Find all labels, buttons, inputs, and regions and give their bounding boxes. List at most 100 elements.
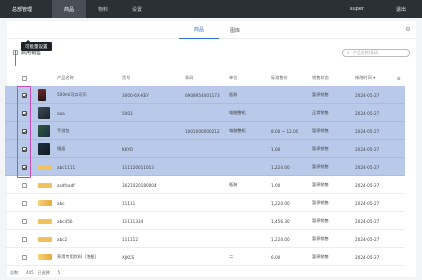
table-row[interactable]: asdfsadf 3021020180004 瓶装 1.00 暂停销售 2024-05-2… — [5, 176, 405, 194]
row-checkbox[interactable] — [22, 236, 27, 242]
product-thumbnail — [38, 218, 52, 224]
select-all-checkbox[interactable] — [22, 75, 27, 81]
row-checkbox-cell — [22, 122, 27, 140]
gear-icon[interactable]: ⚙ — [404, 26, 412, 34]
row-checkbox-cell — [22, 230, 27, 248]
product-price: 1,224.00 — [271, 200, 290, 206]
column-settings-icon[interactable]: ⚙ — [397, 76, 401, 81]
product-name: aaa — [57, 110, 65, 116]
column-header-unit: 单位 — [229, 75, 238, 80]
product-thumbnail — [38, 236, 52, 242]
product-thumbnail — [38, 182, 52, 188]
product-status: 暂停销售 — [312, 164, 329, 169]
table-row[interactable]: 手游包 1001000000212 电脑整机 8.00 ~ 12.00 暂停销售 2024… — [5, 122, 405, 140]
product-thumbnail — [38, 143, 50, 155]
product-status: 暂停销售 — [312, 182, 329, 187]
row-checkbox[interactable] — [22, 128, 27, 134]
nav-item-settings[interactable]: 设置 — [120, 0, 154, 18]
column-header-price: 标准售价 — [271, 75, 288, 80]
topbar-right: super 退出 — [350, 0, 406, 18]
table-body: 500ml可口可乐 3000-6X-KEY 6908954001173 瓶装 暂停销售 2… — [5, 86, 405, 266]
selected-label: 已选择： — [37, 270, 54, 275]
product-name: abc — [57, 200, 65, 206]
product-unit: 二 — [229, 254, 234, 259]
product-price: 1.00 — [271, 182, 281, 188]
row-checkbox[interactable] — [22, 182, 27, 188]
table-row[interactable]: 500ml可口可乐 3000-6X-KEY 6908954001173 瓶装 暂停销售 2… — [5, 86, 405, 104]
row-checkbox-cell — [22, 158, 27, 176]
product-name: abc456 — [57, 218, 73, 224]
tab-gallery[interactable]: 图库 — [215, 21, 255, 39]
table-row[interactable]: 镜面 KKYO 1.00 暂停销售 2024-05-27 — [5, 140, 405, 158]
row-thumbnail-cell — [38, 212, 52, 230]
sort-desc-icon[interactable]: ▾ — [373, 75, 375, 80]
row-checkbox[interactable] — [22, 254, 27, 260]
logout-link[interactable]: 退出 — [396, 6, 406, 13]
table-row[interactable]: abc1111 111120011013 1,224.00 暂停销售 2024-05-2… — [5, 158, 405, 176]
tab-bar: 商品 图库 ⚙ — [7, 21, 416, 39]
tooltip: 可批量设置 — [21, 40, 52, 51]
main-nav: 商品 物料 设置 — [52, 0, 154, 18]
product-status: 暂停销售 — [312, 146, 329, 151]
product-name: 镜面 — [57, 146, 66, 151]
product-thumbnail — [38, 200, 52, 206]
current-user[interactable]: super — [350, 6, 364, 12]
product-modified-time: 2024-05-27 — [355, 146, 380, 152]
row-thumbnail-cell — [38, 140, 50, 158]
row-checkbox-cell — [22, 212, 27, 230]
product-unit: 电脑整机 — [229, 128, 246, 133]
row-thumbnail-cell — [38, 86, 46, 104]
product-modified-time: 2024-05-27 — [355, 236, 380, 242]
tab-products[interactable]: 商品 — [179, 21, 219, 39]
nav-item-products[interactable]: 商品 — [52, 0, 86, 18]
table-row[interactable]: abc456 11111334 1,456.30 暂停销售 2024-05-27 — [5, 212, 405, 230]
table-footer: 总数： 445 已选择： 5 — [10, 270, 60, 276]
product-sku: KKYO — [122, 146, 133, 152]
table-row[interactable]: abc2 111112 1,224.00 暂停销售 2024-05-27 — [5, 230, 405, 248]
product-sku: 3000-6X-KEY — [122, 92, 149, 98]
table-row[interactable]: aaa 5003 电脑整机 正常销售 2024-05-27 — [5, 104, 405, 122]
row-thumbnail-cell — [38, 194, 52, 212]
product-price: 1,456.30 — [271, 218, 290, 224]
top-navigation-bar: 总部管理 商品 物料 设置 super 退出 — [0, 0, 422, 18]
total-label: 总数： — [10, 270, 22, 275]
product-status: 暂停销售 — [312, 254, 329, 259]
nav-item-materials[interactable]: 物料 — [86, 0, 120, 18]
column-header-time[interactable]: 修改时间 ▾ — [355, 75, 375, 81]
row-checkbox-cell — [22, 104, 27, 122]
product-modified-time: 2024-05-27 — [355, 164, 380, 170]
row-checkbox[interactable] — [22, 110, 27, 116]
product-price: 1.00 — [271, 146, 281, 152]
product-status: 暂停销售 — [312, 128, 329, 133]
product-unit: 电脑整机 — [229, 110, 246, 115]
row-checkbox[interactable] — [22, 146, 27, 152]
table-row[interactable]: 养用专用饮料（泡瓶） XJKCS 二 6.00 暂停销售 2024-05-27 — [5, 248, 405, 266]
product-modified-time: 2024-05-27 — [355, 110, 380, 116]
row-checkbox[interactable] — [22, 92, 27, 98]
row-checkbox[interactable] — [22, 218, 27, 224]
row-checkbox[interactable] — [22, 164, 27, 170]
search-input[interactable]: ⌕ 产品名称/条码 — [342, 49, 410, 57]
toolbar: 启用销售 ⌕ 产品名称/条码 — [7, 43, 416, 63]
product-status: 暂停销售 — [312, 236, 329, 241]
column-header-barcode: 条码 — [185, 75, 194, 80]
row-thumbnail-cell — [38, 104, 50, 122]
row-thumbnail-cell — [38, 122, 50, 140]
product-sku: 11111334 — [122, 218, 144, 224]
product-name: 手游包 — [57, 128, 70, 133]
table-row[interactable]: abc 11111 1,224.00 暂停销售 2024-05-27 — [5, 194, 405, 212]
total-count: 445 — [26, 270, 34, 275]
product-sku: 111120011013 — [122, 164, 154, 170]
product-price: 6.00 — [271, 254, 281, 260]
product-thumbnail — [38, 254, 52, 260]
product-thumbnail — [38, 89, 46, 101]
row-thumbnail-cell — [38, 248, 52, 266]
product-status: 暂停销售 — [312, 200, 329, 205]
product-name: asdfsadf — [57, 182, 75, 188]
product-sku: 111112 — [122, 236, 138, 242]
app-brand: 总部管理 — [12, 6, 33, 13]
product-status: 暂停销售 — [312, 92, 329, 97]
product-name: abc2 — [57, 236, 68, 242]
row-checkbox-cell — [22, 86, 27, 104]
row-checkbox[interactable] — [22, 200, 27, 206]
